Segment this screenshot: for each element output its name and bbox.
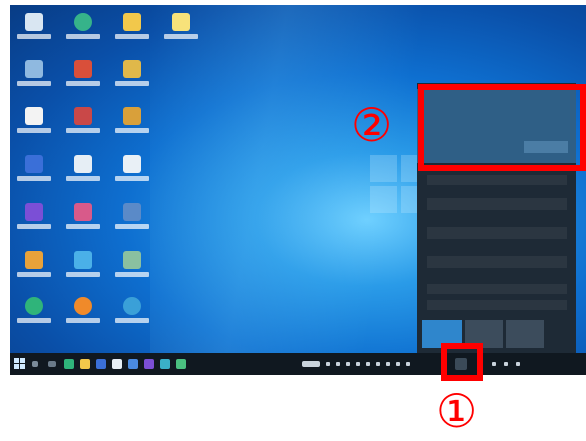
app-icon[interactable] (176, 359, 186, 369)
app-icon (74, 107, 92, 125)
file-icon (25, 107, 43, 125)
app-icon (123, 251, 141, 269)
highlight-box-notification (418, 84, 586, 171)
task-view-icon[interactable] (48, 361, 56, 367)
tray-icon[interactable] (492, 362, 496, 366)
notification-item[interactable] (427, 256, 567, 268)
notification-item[interactable] (427, 198, 567, 210)
tray-icon[interactable] (366, 362, 370, 366)
tray-icon[interactable] (356, 362, 360, 366)
computer-icon (25, 60, 43, 78)
desktop-icon-app-14[interactable] (114, 251, 150, 287)
desktop-icon-app-4[interactable] (65, 60, 101, 96)
desktop-icon-computer[interactable] (16, 60, 52, 96)
desktop-icon-app-2[interactable] (16, 203, 52, 239)
marker-1: ① (436, 384, 478, 438)
app-icon[interactable] (160, 359, 170, 369)
desktop-icon-app-5[interactable] (65, 107, 101, 143)
marker-2: ② (351, 98, 393, 152)
folder-icon (123, 13, 141, 31)
desktop-icon-app-10[interactable] (114, 60, 150, 96)
app-icon (123, 203, 141, 221)
app-icon (74, 60, 92, 78)
windows-start-icon[interactable] (14, 358, 26, 370)
desktop-icon-file[interactable] (163, 13, 199, 49)
desktop-icon-app-9[interactable] (65, 297, 101, 333)
tray-icon[interactable] (346, 362, 350, 366)
desktop-icon-app-1[interactable] (16, 155, 52, 191)
ime-indicator[interactable] (302, 361, 320, 367)
desktop-icon-app-8[interactable] (65, 251, 101, 287)
edge-icon (25, 297, 43, 315)
app-icon (25, 155, 43, 173)
app-icon (123, 155, 141, 173)
tray-icon[interactable] (336, 362, 340, 366)
page: ② ① (0, 0, 586, 441)
notification-item[interactable] (427, 284, 567, 294)
desktop-icon-app-12[interactable] (114, 155, 150, 191)
notification-item[interactable] (427, 300, 567, 310)
desktop-icon-app-7[interactable] (65, 203, 101, 239)
tray-icon[interactable] (504, 362, 508, 366)
app-icon (74, 297, 92, 315)
edge-icon (74, 13, 92, 31)
quick-action-tile[interactable] (506, 320, 544, 348)
desktop-icon-edge[interactable] (16, 297, 52, 333)
edge-icon[interactable] (64, 359, 74, 369)
app-icon (25, 251, 43, 269)
tray-icon[interactable] (396, 362, 400, 366)
app-icon[interactable] (96, 359, 106, 369)
app-icon[interactable] (128, 359, 138, 369)
app-icon (123, 107, 141, 125)
app-icon (74, 203, 92, 221)
desktop-icon-edge-2[interactable] (65, 13, 101, 49)
app-icon (123, 297, 141, 315)
desktop-icon-folder[interactable] (114, 13, 150, 49)
app-icon (25, 203, 43, 221)
desktop-icon-recycle-bin[interactable] (16, 13, 52, 49)
app-icon[interactable] (112, 359, 122, 369)
desktop-icon-app-6[interactable] (65, 155, 101, 191)
file-icon (172, 13, 190, 31)
app-icon (74, 155, 92, 173)
taskbar (10, 353, 586, 375)
app-icon (74, 251, 92, 269)
tray-icon[interactable] (516, 362, 520, 366)
app-icon[interactable] (144, 359, 154, 369)
tray-icon[interactable] (376, 362, 380, 366)
desktop-screenshot (10, 5, 586, 375)
tray-icon[interactable] (326, 362, 330, 366)
desktop-icon-app-13[interactable] (114, 203, 150, 239)
desktop-icon-app-15[interactable] (114, 297, 150, 333)
search-icon[interactable] (32, 361, 38, 367)
desktop-icon-app-3[interactable] (16, 251, 52, 287)
recycle-bin-icon (25, 13, 43, 31)
notification-item[interactable] (427, 175, 567, 185)
folder-icon[interactable] (80, 359, 90, 369)
desktop-icon-app-11[interactable] (114, 107, 150, 143)
tray-icon[interactable] (386, 362, 390, 366)
app-icon (123, 60, 141, 78)
desktop-icon-document[interactable] (16, 107, 52, 143)
notification-item[interactable] (427, 227, 567, 239)
tray-icon[interactable] (406, 362, 410, 366)
highlight-box-action-center (441, 343, 483, 381)
